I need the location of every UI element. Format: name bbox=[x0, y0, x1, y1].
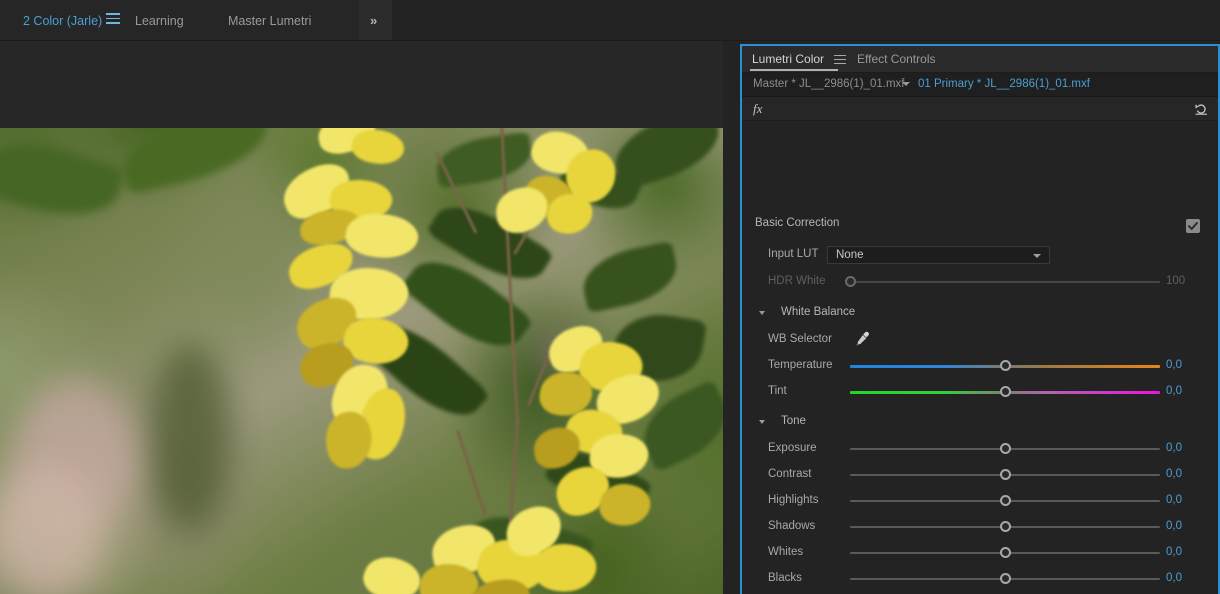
premiere-pro-window: 2 Color (Jarle) Learning Master Lumetri … bbox=[0, 0, 1220, 594]
contrast-value[interactable]: 0,0 bbox=[1166, 468, 1182, 480]
shadows-value[interactable]: 0,0 bbox=[1166, 520, 1182, 532]
tint-slider-handle[interactable] bbox=[1000, 386, 1011, 397]
tint-value[interactable]: 0,0 bbox=[1166, 385, 1182, 397]
whites-row: Whites 0,0 bbox=[742, 540, 1218, 566]
hamburger-menu-icon[interactable] bbox=[106, 13, 120, 27]
section-title-tone: Tone bbox=[781, 415, 806, 427]
chevron-down-icon[interactable] bbox=[759, 311, 765, 315]
tab-lumetri-color[interactable]: Lumetri Color bbox=[752, 52, 824, 66]
lumetri-color-panel: Lumetri Color Effect Controls Master * J… bbox=[740, 44, 1220, 594]
blacks-slider-handle[interactable] bbox=[1000, 573, 1011, 584]
shadows-slider-handle[interactable] bbox=[1000, 521, 1011, 532]
input-lut-label: Input LUT bbox=[768, 248, 819, 260]
contrast-slider-handle[interactable] bbox=[1000, 469, 1011, 480]
temperature-row: Temperature 0,0 bbox=[742, 353, 1218, 379]
workspace-tab-bar-right-segment bbox=[392, 0, 1220, 41]
workspace-tab-bar: 2 Color (Jarle) Learning Master Lumetri … bbox=[0, 0, 1220, 41]
section-white-balance-header[interactable]: White Balance bbox=[742, 300, 1218, 326]
shadows-label: Shadows bbox=[768, 520, 815, 532]
hdr-white-label: HDR White bbox=[768, 275, 826, 287]
highlights-label: Highlights bbox=[768, 494, 819, 506]
highlights-slider-handle[interactable] bbox=[1000, 495, 1011, 506]
highlights-row: Highlights 0,0 bbox=[742, 488, 1218, 514]
temperature-value[interactable]: 0,0 bbox=[1166, 359, 1182, 371]
clip-master-label[interactable]: Master * JL__2986(1)_01.mxf bbox=[753, 78, 905, 90]
input-lut-dropdown[interactable]: None bbox=[827, 246, 1050, 264]
tab-effect-controls[interactable]: Effect Controls bbox=[857, 52, 935, 66]
section-basic-correction-header[interactable]: Basic Correction bbox=[742, 211, 1218, 237]
input-lut-row: Input LUT None bbox=[742, 242, 1218, 268]
wb-selector-row: WB Selector bbox=[742, 327, 1218, 353]
wb-selector-label: WB Selector bbox=[768, 333, 832, 345]
section-title-basic-correction: Basic Correction bbox=[755, 217, 839, 229]
hdr-white-row: HDR White 100 bbox=[742, 269, 1218, 295]
exposure-row: Exposure 0,0 bbox=[742, 436, 1218, 462]
blacks-label: Blacks bbox=[768, 572, 802, 584]
chevron-double-right-icon[interactable]: » bbox=[370, 13, 376, 28]
fx-toolbar-row: fx bbox=[742, 97, 1218, 121]
hdr-white-slider-handle[interactable] bbox=[845, 276, 856, 287]
video-preview-image bbox=[0, 128, 723, 594]
input-lut-value: None bbox=[836, 249, 864, 261]
blacks-value[interactable]: 0,0 bbox=[1166, 572, 1182, 584]
hdr-specular-row: HDR Specular 0,0 bbox=[742, 592, 1218, 593]
active-tab-underline bbox=[750, 69, 838, 71]
monitor-letterbox bbox=[0, 41, 723, 128]
panel-gap bbox=[723, 41, 740, 594]
reset-arrow-icon[interactable] bbox=[1194, 102, 1209, 116]
whites-label: Whites bbox=[768, 546, 803, 558]
workspace-tab-master-lumetri[interactable]: Master Lumetri bbox=[228, 11, 311, 31]
chevron-down-icon[interactable] bbox=[902, 82, 910, 86]
workspace-tab-learning[interactable]: Learning bbox=[135, 11, 184, 31]
contrast-label: Contrast bbox=[768, 468, 811, 480]
temperature-slider-handle[interactable] bbox=[1000, 360, 1011, 371]
chevron-down-icon bbox=[1033, 254, 1041, 258]
clip-primary-label[interactable]: 01 Primary * JL__2986(1)_01.mxf bbox=[918, 78, 1090, 90]
whites-value[interactable]: 0,0 bbox=[1166, 546, 1182, 558]
section-tone-header[interactable]: Tone bbox=[742, 409, 1218, 435]
highlights-value[interactable]: 0,0 bbox=[1166, 494, 1182, 506]
section-title-white-balance: White Balance bbox=[781, 306, 855, 318]
fx-label: fx bbox=[753, 101, 762, 117]
exposure-label: Exposure bbox=[768, 442, 817, 454]
clip-selector-row: Master * JL__2986(1)_01.mxf 01 Primary *… bbox=[742, 73, 1218, 97]
program-monitor[interactable] bbox=[0, 41, 723, 594]
shadows-row: Shadows 0,0 bbox=[742, 514, 1218, 540]
eyedropper-icon[interactable] bbox=[854, 330, 872, 348]
whites-slider-handle[interactable] bbox=[1000, 547, 1011, 558]
basic-correction-enable-checkbox[interactable] bbox=[1186, 219, 1200, 233]
lumetri-scroll-body[interactable]: Basic Correction Input LUT None HDR Whit… bbox=[742, 121, 1218, 593]
tint-row: Tint 0,0 bbox=[742, 379, 1218, 405]
panel-menu-icon[interactable] bbox=[834, 55, 846, 65]
blacks-row: Blacks 0,0 bbox=[742, 566, 1218, 592]
lumetri-panel-tab-bar: Lumetri Color Effect Controls bbox=[742, 46, 1218, 73]
contrast-row: Contrast 0,0 bbox=[742, 462, 1218, 488]
exposure-value[interactable]: 0,0 bbox=[1166, 442, 1182, 454]
workspace-tab-color-jarle[interactable]: 2 Color (Jarle) bbox=[23, 11, 102, 31]
tint-label: Tint bbox=[768, 385, 787, 397]
temperature-label: Temperature bbox=[768, 359, 833, 371]
hdr-white-value: 100 bbox=[1166, 275, 1185, 287]
hdr-white-slider-track[interactable] bbox=[850, 281, 1160, 283]
exposure-slider-handle[interactable] bbox=[1000, 443, 1011, 454]
chevron-down-icon[interactable] bbox=[759, 420, 765, 424]
